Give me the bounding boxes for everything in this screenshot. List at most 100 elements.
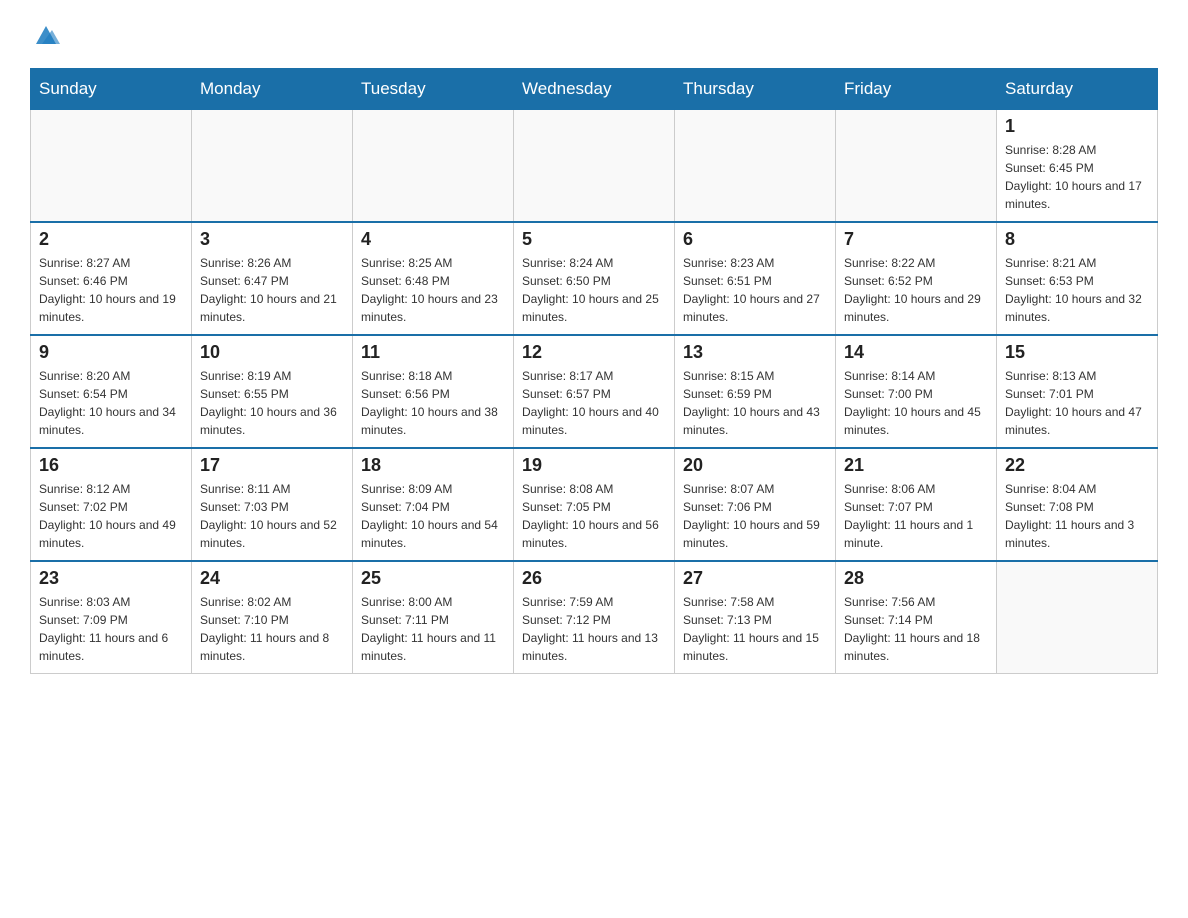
week-row-1: 1 Sunrise: 8:28 AM Sunset: 6:45 PM Daylig… — [31, 110, 1158, 223]
day-number: 9 — [39, 342, 183, 363]
day-number: 10 — [200, 342, 344, 363]
day-info: Sunrise: 8:03 AM Sunset: 7:09 PM Dayligh… — [39, 593, 183, 665]
day-number: 5 — [522, 229, 666, 250]
calendar-cell: 5 Sunrise: 8:24 AM Sunset: 6:50 PM Daylig… — [514, 222, 675, 335]
calendar-cell — [514, 110, 675, 223]
day-info: Sunrise: 8:18 AM Sunset: 6:56 PM Dayligh… — [361, 367, 505, 439]
day-header-tuesday: Tuesday — [353, 69, 514, 110]
calendar-cell — [836, 110, 997, 223]
day-info: Sunrise: 8:00 AM Sunset: 7:11 PM Dayligh… — [361, 593, 505, 665]
day-info: Sunrise: 8:02 AM Sunset: 7:10 PM Dayligh… — [200, 593, 344, 665]
day-info: Sunrise: 8:23 AM Sunset: 6:51 PM Dayligh… — [683, 254, 827, 326]
day-info: Sunrise: 8:24 AM Sunset: 6:50 PM Dayligh… — [522, 254, 666, 326]
day-number: 22 — [1005, 455, 1149, 476]
day-info: Sunrise: 8:04 AM Sunset: 7:08 PM Dayligh… — [1005, 480, 1149, 552]
day-info: Sunrise: 8:07 AM Sunset: 7:06 PM Dayligh… — [683, 480, 827, 552]
calendar-cell: 9 Sunrise: 8:20 AM Sunset: 6:54 PM Daylig… — [31, 335, 192, 448]
day-number: 8 — [1005, 229, 1149, 250]
calendar-cell: 6 Sunrise: 8:23 AM Sunset: 6:51 PM Daylig… — [675, 222, 836, 335]
week-row-5: 23 Sunrise: 8:03 AM Sunset: 7:09 PM Dayli… — [31, 561, 1158, 674]
calendar-cell: 7 Sunrise: 8:22 AM Sunset: 6:52 PM Daylig… — [836, 222, 997, 335]
day-number: 24 — [200, 568, 344, 589]
calendar-cell: 21 Sunrise: 8:06 AM Sunset: 7:07 PM Dayli… — [836, 448, 997, 561]
day-info: Sunrise: 8:22 AM Sunset: 6:52 PM Dayligh… — [844, 254, 988, 326]
calendar-cell: 4 Sunrise: 8:25 AM Sunset: 6:48 PM Daylig… — [353, 222, 514, 335]
day-info: Sunrise: 8:06 AM Sunset: 7:07 PM Dayligh… — [844, 480, 988, 552]
calendar-cell — [675, 110, 836, 223]
day-number: 27 — [683, 568, 827, 589]
day-info: Sunrise: 8:25 AM Sunset: 6:48 PM Dayligh… — [361, 254, 505, 326]
calendar-cell: 3 Sunrise: 8:26 AM Sunset: 6:47 PM Daylig… — [192, 222, 353, 335]
day-info: Sunrise: 8:15 AM Sunset: 6:59 PM Dayligh… — [683, 367, 827, 439]
day-number: 3 — [200, 229, 344, 250]
day-number: 14 — [844, 342, 988, 363]
day-number: 6 — [683, 229, 827, 250]
day-number: 25 — [361, 568, 505, 589]
day-info: Sunrise: 8:12 AM Sunset: 7:02 PM Dayligh… — [39, 480, 183, 552]
days-header-row: SundayMondayTuesdayWednesdayThursdayFrid… — [31, 69, 1158, 110]
calendar-cell: 2 Sunrise: 8:27 AM Sunset: 6:46 PM Daylig… — [31, 222, 192, 335]
day-info: Sunrise: 8:08 AM Sunset: 7:05 PM Dayligh… — [522, 480, 666, 552]
day-number: 12 — [522, 342, 666, 363]
day-info: Sunrise: 8:21 AM Sunset: 6:53 PM Dayligh… — [1005, 254, 1149, 326]
calendar-cell: 1 Sunrise: 8:28 AM Sunset: 6:45 PM Daylig… — [997, 110, 1158, 223]
calendar-cell: 17 Sunrise: 8:11 AM Sunset: 7:03 PM Dayli… — [192, 448, 353, 561]
day-info: Sunrise: 8:17 AM Sunset: 6:57 PM Dayligh… — [522, 367, 666, 439]
day-header-saturday: Saturday — [997, 69, 1158, 110]
calendar-cell: 20Sunrise: 8:07 AM Sunset: 7:06 PM Dayli… — [675, 448, 836, 561]
calendar-cell: 10 Sunrise: 8:19 AM Sunset: 6:55 PM Dayli… — [192, 335, 353, 448]
day-header-wednesday: Wednesday — [514, 69, 675, 110]
calendar-cell: 16 Sunrise: 8:12 AM Sunset: 7:02 PM Dayli… — [31, 448, 192, 561]
day-info: Sunrise: 8:26 AM Sunset: 6:47 PM Dayligh… — [200, 254, 344, 326]
day-info: Sunrise: 7:58 AM Sunset: 7:13 PM Dayligh… — [683, 593, 827, 665]
calendar-cell: 22 Sunrise: 8:04 AM Sunset: 7:08 PM Dayli… — [997, 448, 1158, 561]
calendar-cell — [997, 561, 1158, 674]
calendar-cell: 28 Sunrise: 7:56 AM Sunset: 7:14 PM Dayli… — [836, 561, 997, 674]
day-number: 26 — [522, 568, 666, 589]
day-info: Sunrise: 8:20 AM Sunset: 6:54 PM Dayligh… — [39, 367, 183, 439]
calendar-cell: 24 Sunrise: 8:02 AM Sunset: 7:10 PM Dayli… — [192, 561, 353, 674]
day-number: 19 — [522, 455, 666, 476]
day-number: 11 — [361, 342, 505, 363]
calendar-cell: 23 Sunrise: 8:03 AM Sunset: 7:09 PM Dayli… — [31, 561, 192, 674]
page-header — [30, 20, 1158, 48]
day-number: 23 — [39, 568, 183, 589]
day-number: 21 — [844, 455, 988, 476]
day-info: Sunrise: 8:14 AM Sunset: 7:00 PM Dayligh… — [844, 367, 988, 439]
day-info: Sunrise: 8:19 AM Sunset: 6:55 PM Dayligh… — [200, 367, 344, 439]
day-number: 18 — [361, 455, 505, 476]
day-number: 13 — [683, 342, 827, 363]
calendar-table: SundayMondayTuesdayWednesdayThursdayFrid… — [30, 68, 1158, 674]
day-number: 28 — [844, 568, 988, 589]
day-info: Sunrise: 7:56 AM Sunset: 7:14 PM Dayligh… — [844, 593, 988, 665]
day-number: 1 — [1005, 116, 1149, 137]
week-row-3: 9 Sunrise: 8:20 AM Sunset: 6:54 PM Daylig… — [31, 335, 1158, 448]
logo-icon — [32, 20, 60, 48]
calendar-cell: 8 Sunrise: 8:21 AM Sunset: 6:53 PM Daylig… — [997, 222, 1158, 335]
day-info: Sunrise: 8:27 AM Sunset: 6:46 PM Dayligh… — [39, 254, 183, 326]
day-header-monday: Monday — [192, 69, 353, 110]
calendar-cell: 26 Sunrise: 7:59 AM Sunset: 7:12 PM Dayli… — [514, 561, 675, 674]
day-number: 7 — [844, 229, 988, 250]
day-number: 4 — [361, 229, 505, 250]
calendar-cell: 25 Sunrise: 8:00 AM Sunset: 7:11 PM Dayli… — [353, 561, 514, 674]
day-info: Sunrise: 8:28 AM Sunset: 6:45 PM Dayligh… — [1005, 141, 1149, 213]
day-info: Sunrise: 7:59 AM Sunset: 7:12 PM Dayligh… — [522, 593, 666, 665]
calendar-cell: 19 Sunrise: 8:08 AM Sunset: 7:05 PM Dayli… — [514, 448, 675, 561]
calendar-cell: 18 Sunrise: 8:09 AM Sunset: 7:04 PM Dayli… — [353, 448, 514, 561]
calendar-cell: 15 Sunrise: 8:13 AM Sunset: 7:01 PM Dayli… — [997, 335, 1158, 448]
calendar-cell — [192, 110, 353, 223]
day-header-thursday: Thursday — [675, 69, 836, 110]
day-number: 17 — [200, 455, 344, 476]
day-info: Sunrise: 8:11 AM Sunset: 7:03 PM Dayligh… — [200, 480, 344, 552]
day-number: 2 — [39, 229, 183, 250]
day-info: Sunrise: 8:09 AM Sunset: 7:04 PM Dayligh… — [361, 480, 505, 552]
day-number: 16 — [39, 455, 183, 476]
day-number: 15 — [1005, 342, 1149, 363]
day-info: Sunrise: 8:13 AM Sunset: 7:01 PM Dayligh… — [1005, 367, 1149, 439]
calendar-cell — [353, 110, 514, 223]
day-header-sunday: Sunday — [31, 69, 192, 110]
calendar-cell: 11 Sunrise: 8:18 AM Sunset: 6:56 PM Dayli… — [353, 335, 514, 448]
day-header-friday: Friday — [836, 69, 997, 110]
week-row-2: 2 Sunrise: 8:27 AM Sunset: 6:46 PM Daylig… — [31, 222, 1158, 335]
